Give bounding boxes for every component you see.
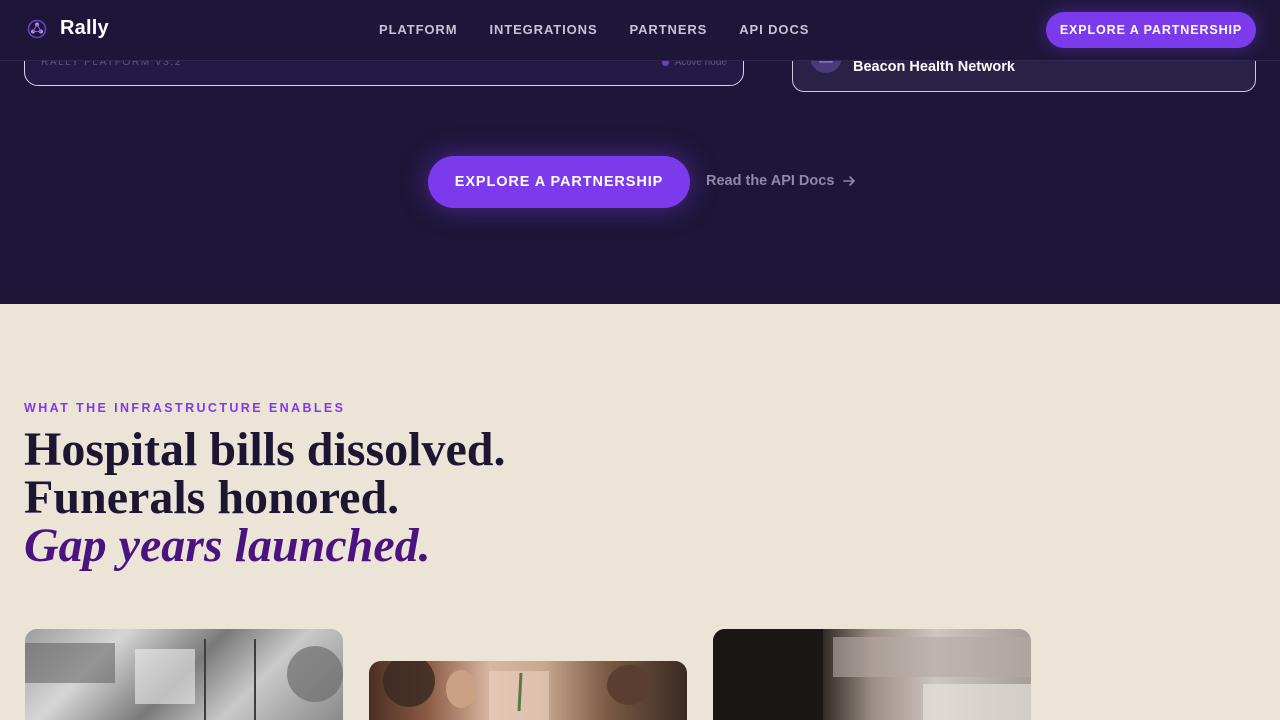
partner-name: Beacon Health Network: [853, 59, 1015, 75]
nav-link-partners[interactable]: PARTNERS: [630, 22, 708, 37]
hero-section: RALLY PLATFORM V3.2 Active node Beacon H…: [0, 0, 1280, 304]
section-eyebrow: WHAT THE INFRASTRUCTURE ENABLES: [24, 401, 346, 415]
brand[interactable]: Rally: [26, 17, 109, 40]
nav-link-api-docs[interactable]: API DOCS: [739, 22, 809, 37]
brand-name: Rally: [60, 17, 109, 39]
network-logo-icon: [27, 19, 47, 38]
nav-link-platform[interactable]: PLATFORM: [379, 22, 457, 37]
hero-explore-partnership-button[interactable]: EXPLORE A PARTNERSHIP: [428, 156, 690, 208]
arrow-right-icon: [843, 176, 856, 186]
headline-line-3: Gap years launched.: [24, 519, 431, 572]
top-nav: Rally PLATFORM INTEGRATIONS PARTNERS API…: [0, 0, 1280, 61]
hospital-photo: [25, 629, 343, 720]
section-headline: Hospital bills dissolved. Funerals honor…: [24, 426, 505, 570]
nav-link-integrations[interactable]: INTEGRATIONS: [489, 22, 597, 37]
read-api-docs-link[interactable]: Read the API Docs: [706, 173, 856, 189]
nav-explore-partnership-button[interactable]: EXPLORE A PARTNERSHIP: [1046, 12, 1256, 48]
read-api-docs-label: Read the API Docs: [706, 173, 835, 189]
family-table-photo: [369, 661, 687, 720]
workspace-photo: [713, 629, 1031, 720]
headline-line-2: Funerals honored.: [24, 471, 400, 524]
nav-links: PLATFORM INTEGRATIONS PARTNERS API DOCS: [379, 22, 809, 37]
headline-line-1: Hospital bills dissolved.: [24, 423, 506, 476]
